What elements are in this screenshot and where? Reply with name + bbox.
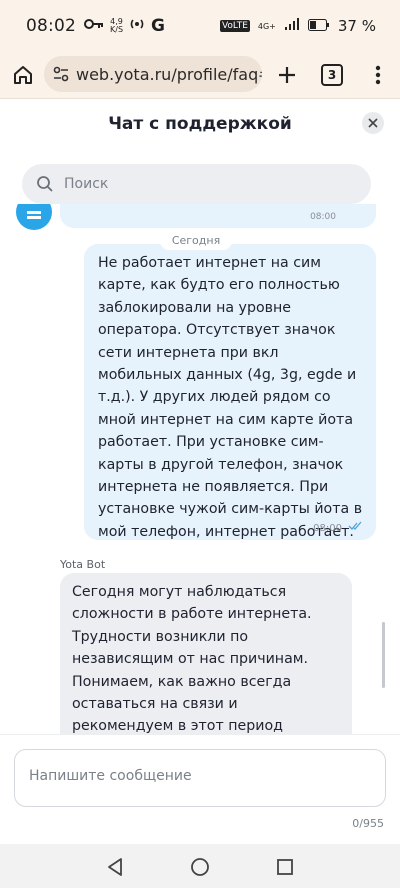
- bot-message-text: Сегодня могут наблюдаться сложности в ра…: [72, 584, 312, 734]
- key-icon: [84, 18, 104, 34]
- read-receipt-icon: [348, 516, 364, 535]
- net-speed: 4,9 K/S: [110, 18, 123, 34]
- site-settings-icon[interactable]: [52, 65, 70, 83]
- user-message-bubble: Не работает интернет на сим карте, как б…: [84, 244, 376, 540]
- previous-message-bubble: 08:00: [60, 204, 376, 228]
- status-left-icons: 4,9 K/S G: [84, 16, 165, 36]
- close-chat-button[interactable]: [362, 112, 384, 134]
- battery-percent: 37 %: [337, 17, 376, 35]
- overflow-menu-icon[interactable]: [366, 62, 390, 88]
- search-icon: [36, 175, 54, 193]
- network-type: 4G+: [257, 21, 276, 31]
- bot-sender-name: Yota Bot: [60, 558, 106, 571]
- recents-icon[interactable]: [274, 856, 296, 878]
- g-app-icon: G: [151, 16, 165, 36]
- chat-search[interactable]: [22, 164, 371, 204]
- chat-scrollbar[interactable]: [382, 622, 385, 688]
- volte-icon: VoLTE: [219, 20, 250, 32]
- message-composer[interactable]: [14, 749, 386, 807]
- user-message-text: Не работает интернет на сим карте, как б…: [98, 255, 363, 540]
- character-counter: 0/955: [352, 817, 384, 830]
- chat-header: Чат с поддержкой: [0, 98, 400, 150]
- status-right-icons: VoLTE 4G+ 37 %: [219, 17, 376, 35]
- system-nav-bar: [0, 844, 400, 888]
- url-text: web.yota.ru/profile/faq#cha: [76, 64, 262, 84]
- bot-message-bubble: Сегодня могут наблюдаться сложности в ра…: [60, 573, 352, 734]
- battery-icon: [307, 17, 330, 35]
- back-icon[interactable]: [104, 856, 126, 878]
- status-time: 08:02: [26, 16, 76, 36]
- net-speed-unit: K/S: [110, 25, 124, 34]
- search-input[interactable]: [62, 175, 346, 193]
- browser-toolbar: web.yota.ru/profile/faq#cha 3: [0, 52, 400, 99]
- message-input[interactable]: [27, 767, 371, 785]
- new-tab-icon[interactable]: [274, 62, 300, 88]
- signal-icon: [284, 17, 300, 35]
- date-separator: Сегодня: [160, 232, 232, 250]
- composer-area: 0/955: [0, 734, 400, 845]
- home-icon[interactable]: [10, 62, 36, 88]
- address-bar[interactable]: web.yota.ru/profile/faq#cha: [44, 56, 262, 92]
- hotspot-icon: [129, 16, 145, 36]
- bot-avatar: [16, 204, 52, 230]
- status-bar: 08:02 4,9 K/S G VoLTE 4G+ 37 %: [0, 0, 400, 52]
- tab-switcher-button[interactable]: 3: [321, 64, 343, 86]
- chat-title: Чат с поддержкой: [108, 114, 292, 134]
- message-list[interactable]: 08:00 Не работает интернет на сим карте,…: [0, 204, 400, 734]
- previous-message-time: 08:00: [310, 212, 336, 222]
- close-icon: [368, 118, 378, 128]
- home-nav-icon[interactable]: [189, 856, 211, 878]
- user-message-time: 08:00: [313, 523, 342, 534]
